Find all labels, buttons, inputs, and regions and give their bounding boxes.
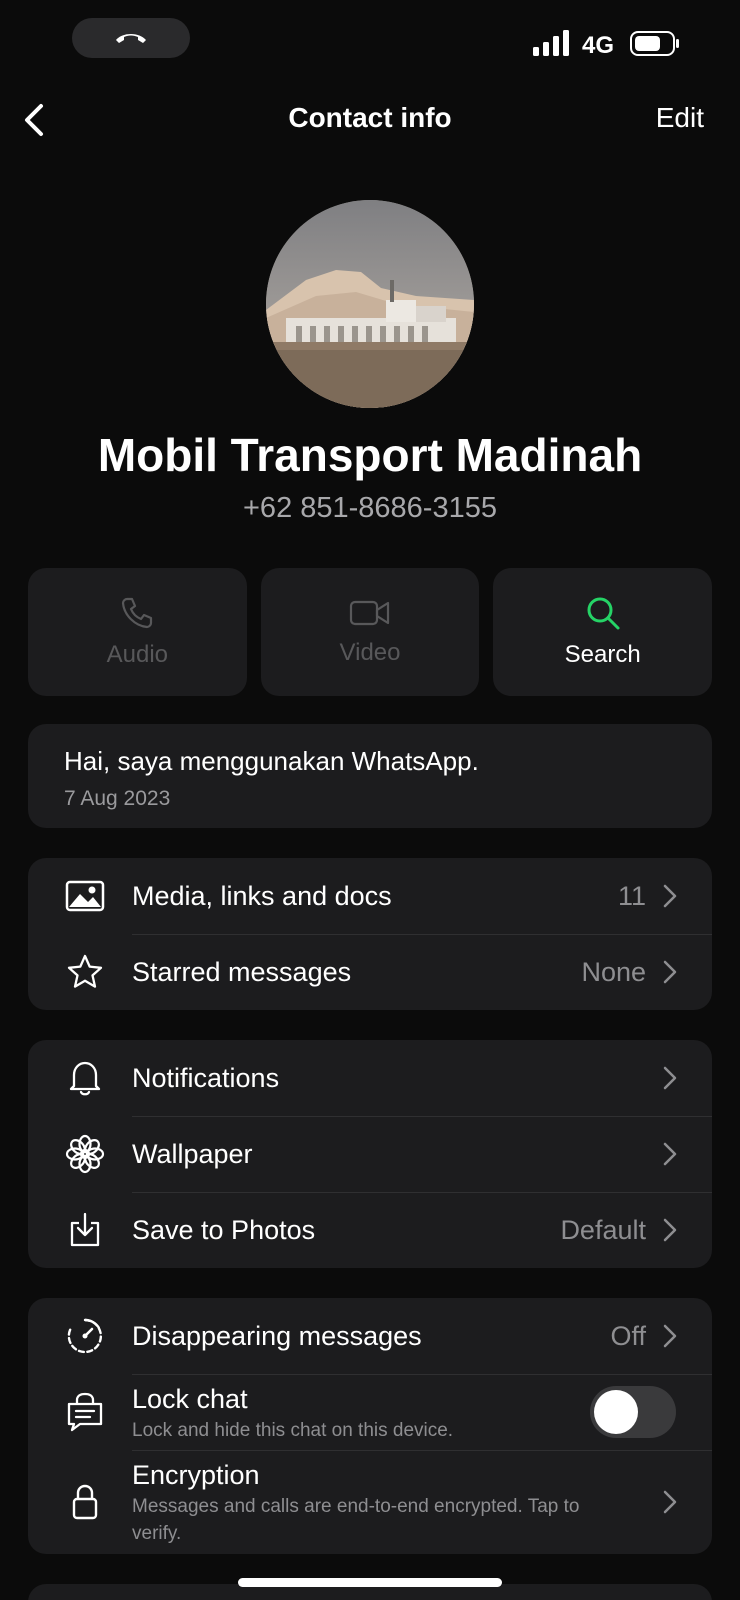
chevron-right-icon (663, 1218, 677, 1242)
row-lock-chat: Lock chat Lock and hide this chat on thi… (28, 1374, 712, 1450)
lock-chat-toggle[interactable] (590, 1386, 676, 1438)
save-photos-label: Save to Photos (132, 1214, 316, 1245)
disappearing-label: Disappearing messages (132, 1320, 422, 1351)
row-disappearing-messages[interactable]: Disappearing messages Off (28, 1298, 712, 1374)
page-title: Contact info (288, 102, 452, 133)
star-icon (64, 951, 106, 993)
about-date: 7 Aug 2023 (64, 787, 171, 810)
row-save-to-photos[interactable]: Save to Photos Default (28, 1192, 712, 1268)
action-buttons: Audio Video Search (28, 568, 713, 696)
lock-chat-subtitle: Lock and hide this chat on this device. (132, 1420, 454, 1441)
contact-phone: +62 851-8686-3155 (243, 492, 497, 524)
search-icon (587, 597, 620, 630)
encryption-label: Encryption (132, 1460, 260, 1490)
bell-icon (64, 1057, 106, 1099)
video-call-button[interactable]: Video (260, 568, 480, 696)
video-icon (349, 600, 390, 626)
starred-value: None (581, 956, 646, 987)
download-icon (64, 1209, 106, 1251)
profile-photo (266, 200, 474, 408)
avatar[interactable] (266, 200, 474, 408)
contact-name: Mobil Transport Madinah (97, 429, 643, 481)
phone-end-icon (116, 34, 146, 43)
chevron-right-icon (663, 1490, 677, 1514)
row-media-links-docs[interactable]: Media, links and docs 11 (28, 858, 712, 934)
audio-label: Audio (106, 641, 169, 668)
lock-chat-label: Lock chat (132, 1384, 248, 1414)
row-starred-messages[interactable]: Starred messages None (28, 934, 712, 1010)
lock-icon (64, 1481, 106, 1523)
chevron-right-icon (663, 884, 677, 908)
chevron-right-icon (663, 1066, 677, 1090)
home-indicator[interactable] (238, 1578, 502, 1587)
toggle-knob (594, 1390, 638, 1434)
media-section: Media, links and docs 11 Starred message… (28, 858, 712, 1010)
privacy-section: Disappearing messages Off Lock chat Lock… (28, 1298, 712, 1554)
header: Contact info Edit (0, 90, 740, 150)
row-notifications[interactable]: Notifications (28, 1040, 712, 1116)
chevron-right-icon (663, 1324, 677, 1348)
disappearing-value: Off (610, 1320, 646, 1351)
active-call-pill[interactable] (72, 18, 190, 58)
media-label: Media, links and docs (132, 880, 392, 911)
search-button[interactable]: Search (493, 568, 713, 696)
about-status: Hai, saya menggunakan WhatsApp. (64, 746, 479, 776)
notifications-label: Notifications (132, 1062, 280, 1093)
flower-icon (64, 1133, 106, 1175)
edit-button[interactable]: Edit (656, 102, 704, 134)
encryption-subtitle: Messages and calls are end-to-end encryp… (132, 1496, 580, 1544)
chat-lock-icon (64, 1391, 106, 1433)
starred-label: Starred messages (132, 956, 352, 987)
media-count: 11 (617, 880, 646, 911)
chevron-right-icon (663, 960, 677, 984)
chevron-right-icon (663, 1142, 677, 1166)
phone-icon (122, 597, 153, 629)
search-label: Search (564, 641, 641, 668)
row-encryption[interactable]: Encryption Messages and calls are end-to… (28, 1450, 712, 1554)
network-type: 4G (582, 32, 615, 59)
row-wallpaper[interactable]: Wallpaper (28, 1116, 712, 1192)
audio-call-button[interactable]: Audio (28, 568, 247, 696)
status-bar: 4G (0, 0, 740, 80)
about-card: Hai, saya menggunakan WhatsApp. 7 Aug 20… (28, 724, 712, 828)
battery-icon (630, 31, 679, 56)
signal-icon (533, 30, 569, 56)
settings-section: Notifications Wallpaper Save to Photos D… (28, 1040, 712, 1268)
timer-icon (64, 1315, 106, 1357)
wallpaper-label: Wallpaper (132, 1138, 253, 1169)
video-label: Video (339, 639, 401, 666)
save-photos-value: Default (560, 1214, 646, 1245)
encryption-text: Encryption Messages and calls are end-to… (132, 1460, 632, 1547)
image-icon (64, 875, 106, 917)
lock-chat-text: Lock chat Lock and hide this chat on thi… (132, 1384, 632, 1444)
